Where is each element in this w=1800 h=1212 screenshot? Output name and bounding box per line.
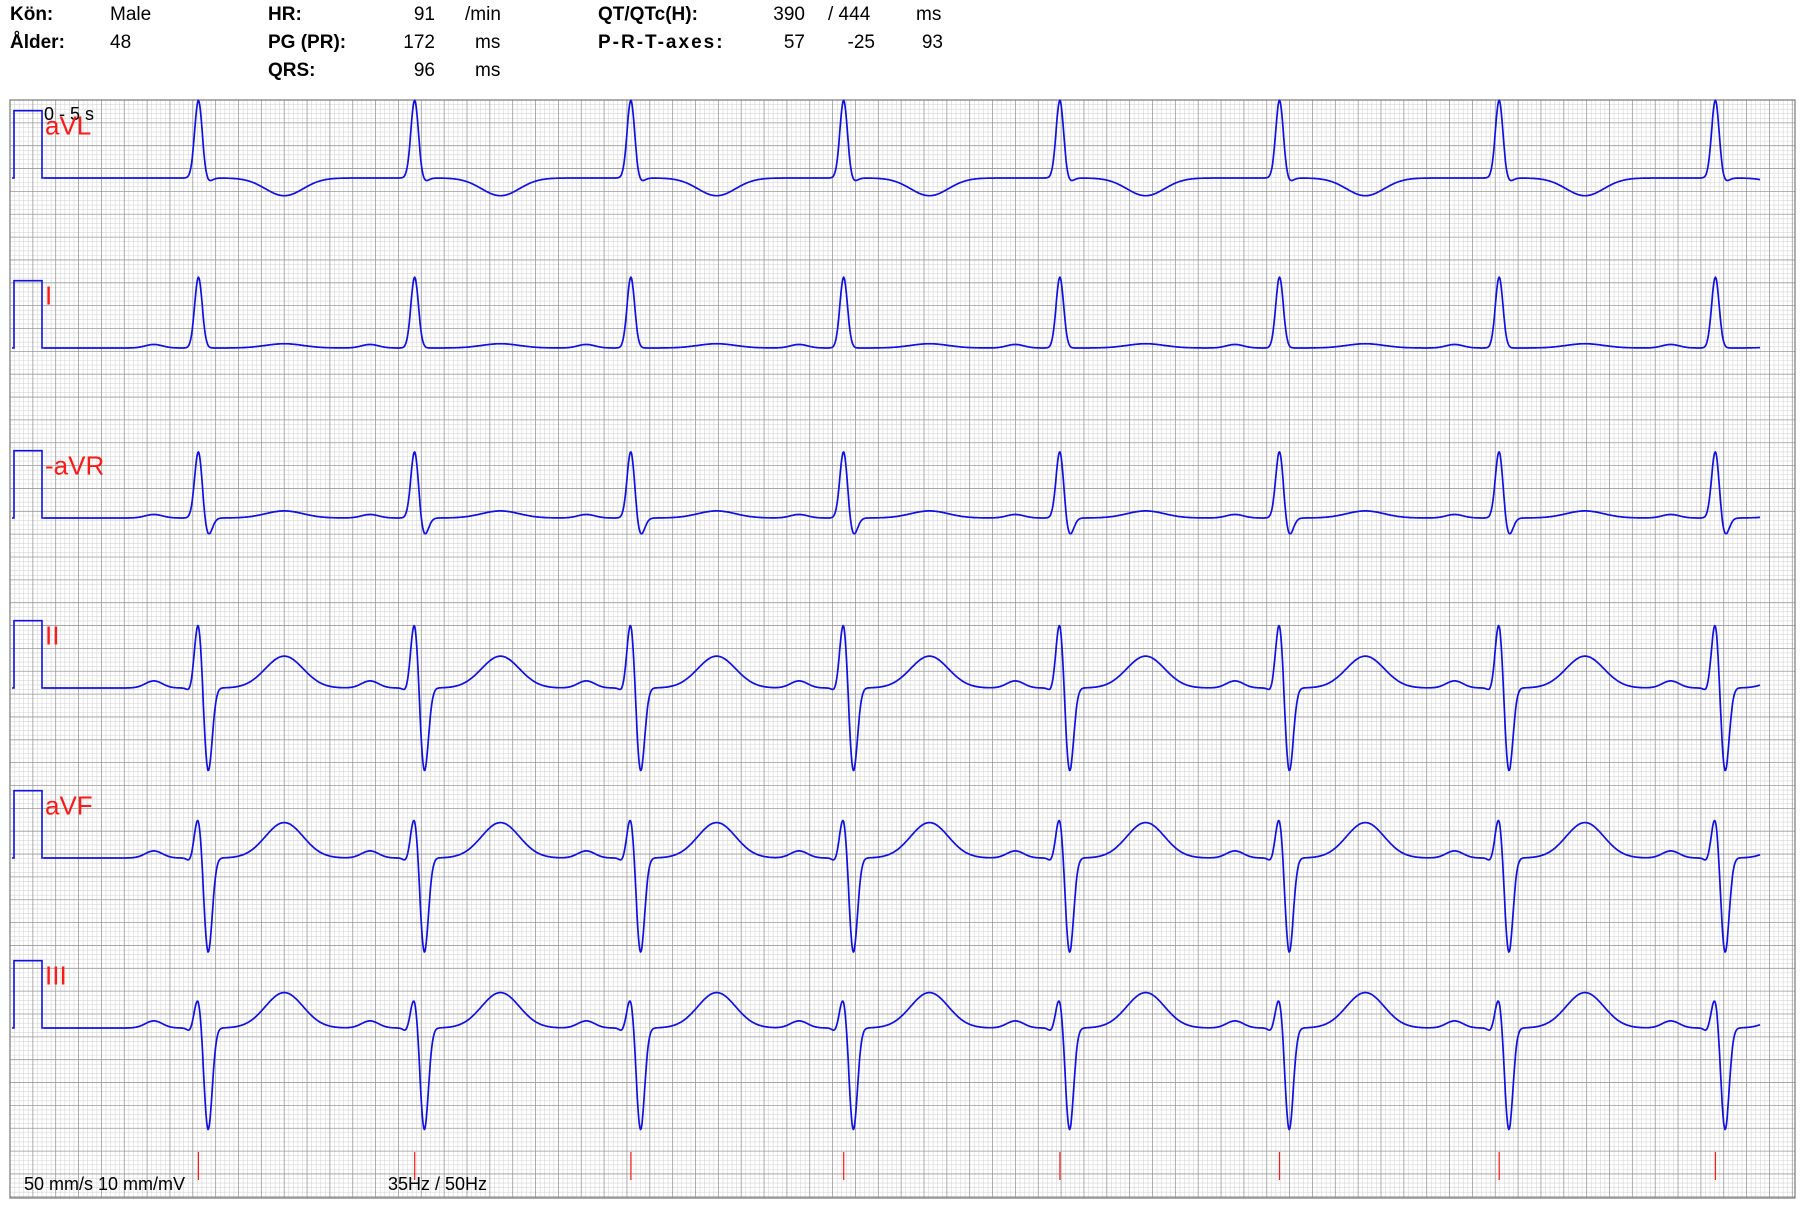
footer-speed: 50 mm/s 10 mm/mV [24, 1174, 185, 1194]
footer-filter: 35Hz / 50Hz [388, 1174, 487, 1194]
lead-avr: -aVR [12, 449, 1761, 535]
lead-ii: II [12, 619, 1761, 772]
grid-minor [10, 100, 1795, 1198]
lead-label: aVF [45, 791, 93, 821]
grid-minor-lines [10, 100, 1795, 1198]
lead-label: III [45, 961, 67, 991]
lead-avf: aVF [12, 789, 1761, 953]
leads-group: aVL I -aVR II aVF III [12, 99, 1761, 1131]
ecg-trace [43, 99, 1761, 197]
ecg-trace [43, 991, 1761, 1131]
lead-avl: aVL [12, 99, 1761, 197]
lead-label: -aVR [45, 451, 104, 481]
lead-label: aVL [45, 111, 91, 141]
lead-iii: III [12, 959, 1761, 1131]
ecg-chart: 0 - 5 s aVLI-aVRIIaVFIII 50 mm/s 10 mm/m… [9, 99, 1796, 1199]
lead-label: I [45, 281, 52, 311]
lead-label: II [45, 621, 59, 651]
